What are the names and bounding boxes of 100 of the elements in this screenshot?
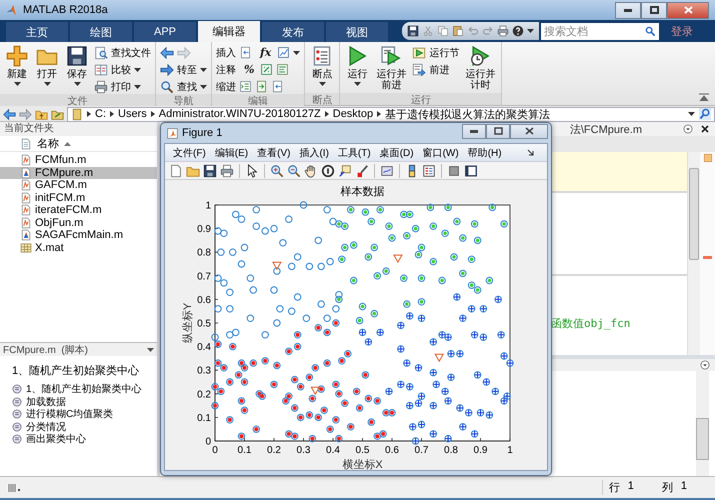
axis-tick-label: 0.6 xyxy=(385,445,399,456)
menu-item[interactable]: 窗口(W) xyxy=(422,146,459,160)
file-item[interactable]: FCMpure.m xyxy=(0,166,157,179)
section-item[interactable]: 加载数据 xyxy=(0,396,157,408)
ribbon-tab[interactable]: 绘图 xyxy=(70,22,132,42)
status-label: 列 xyxy=(662,481,673,495)
section-item[interactable]: 分类情况 xyxy=(0,420,157,433)
ribbon-button-label: 保存 xyxy=(67,69,87,80)
ribbon-group-label: 文件 xyxy=(0,94,155,106)
axis-tick-label: 0.4 xyxy=(197,342,211,354)
ribbon-button[interactable]: 运行并前进 xyxy=(374,45,408,91)
ribbon-tab[interactable]: 视图 xyxy=(326,22,388,42)
ribbon-group-label: 运行 xyxy=(340,93,502,105)
axis-tick-label: 0.7 xyxy=(414,445,428,456)
axis-label: 纵坐标Y xyxy=(182,302,194,344)
menu-item[interactable]: 工具(T) xyxy=(338,146,371,160)
ribbon-group-label: 断点 xyxy=(305,93,340,105)
axis-tick-label: 0.2 xyxy=(267,445,281,456)
ribbon-button[interactable]: 运行并计时 xyxy=(463,45,498,91)
ribbon-button[interactable]: 转至 xyxy=(160,62,207,77)
ribbon-button-label: 新建 xyxy=(7,69,27,80)
file-item[interactable]: SAGAFcmMain.m xyxy=(0,229,157,242)
file-item[interactable]: GAFCM.m xyxy=(0,179,157,192)
axis-tick-label: 0.5 xyxy=(356,445,370,456)
axis-tick-label: 1 xyxy=(507,445,513,456)
ribbon-button[interactable]: 插入 fx xyxy=(216,45,300,60)
ribbon-glyph[interactable]: fx xyxy=(257,46,274,60)
file-item[interactable]: X.mat xyxy=(0,242,157,254)
ribbon-button[interactable]: 查找文件 xyxy=(94,45,151,60)
column-header[interactable]: 名称 xyxy=(37,136,59,151)
axis-tick-label: 0.8 xyxy=(197,248,211,259)
ribbon-button[interactable]: 运行节 xyxy=(412,45,460,60)
path-segment[interactable]: 基于遗传模拟退火算法的聚类算法 xyxy=(385,106,550,122)
menu-item[interactable]: 文件(F) xyxy=(173,146,206,160)
ribbon-button[interactable]: 保存 xyxy=(64,45,90,86)
menu-item[interactable]: 编辑(E) xyxy=(214,146,248,160)
axis-tick-label: 0.9 xyxy=(197,224,211,236)
path-field[interactable]: C: Users Administrator.WIN7U-20180127Z Desktop 基于遗传模拟退火算法的聚类算法 xyxy=(67,106,715,122)
path-segment[interactable]: Administrator.WIN7U-20180127Z xyxy=(158,108,321,120)
panel-title: FCMpure.m (脚本) xyxy=(3,344,88,356)
axis-tick-label: 0.8 xyxy=(444,445,458,456)
ribbon-button-label: 打开 xyxy=(37,69,57,80)
axis-tick-label: 0 xyxy=(205,436,211,448)
axis-tick-label: 1 xyxy=(205,200,211,212)
file-item[interactable]: initFCM.m xyxy=(0,192,157,204)
ribbon-button[interactable]: 运行 xyxy=(344,45,370,86)
chart-title: 样本数据 xyxy=(340,186,384,198)
window-title: MATLAB R2018a xyxy=(23,4,108,16)
axis-tick-label: 0.9 xyxy=(474,445,488,456)
ribbon-button[interactable]: 缩进 xyxy=(216,79,300,94)
ribbon-button-label: 运行并前进 xyxy=(375,69,408,91)
ribbon-glyph[interactable]: % xyxy=(241,62,258,76)
panel-title: 当前文件夹 xyxy=(0,122,157,136)
ribbon-tab[interactable]: 主页 xyxy=(6,22,68,42)
axis-tick-label: 0.4 xyxy=(326,445,340,456)
ribbon-tab[interactable]: 编辑器 xyxy=(198,21,260,42)
file-item[interactable]: ObjFun.m xyxy=(0,216,157,229)
ribbon-button[interactable]: 查找 xyxy=(160,79,207,94)
ribbon-tab[interactable]: APP xyxy=(134,22,196,42)
ribbon-button-label: 运行 xyxy=(347,69,368,80)
path-segment[interactable]: Desktop xyxy=(332,108,374,120)
section-item[interactable]: 画出聚类中心 xyxy=(0,433,157,446)
window-title: Figure 1 xyxy=(182,127,222,139)
file-item[interactable]: FCMfun.m xyxy=(0,154,157,166)
path-segment[interactable]: Users xyxy=(118,108,147,120)
ribbon-button[interactable]: 前进 xyxy=(412,62,460,77)
axis-tick-label: 0.3 xyxy=(197,366,211,377)
ribbon-group-label: 编辑 xyxy=(212,94,304,106)
editor-tab[interactable]: 法\FCMpure.m xyxy=(570,122,642,136)
ribbon-button[interactable]: 打印 xyxy=(94,79,151,94)
axis-label: 横坐标X xyxy=(342,459,383,470)
menu-item[interactable]: 桌面(D) xyxy=(380,146,414,160)
section-item[interactable]: 进行模糊C均值聚类 xyxy=(0,408,157,420)
ribbon-button[interactable]: 断点 xyxy=(309,45,336,86)
axis-tick-label: 0.5 xyxy=(197,318,211,330)
ribbon-button-label: 运行并计时 xyxy=(464,69,496,91)
ribbon-button[interactable]: 打开 xyxy=(34,45,60,86)
sign-in-link[interactable]: 登录 xyxy=(671,24,693,39)
ribbon-button[interactable]: 新建 xyxy=(4,45,30,86)
axis-tick-label: 0.1 xyxy=(238,445,252,456)
path-segment[interactable]: C: xyxy=(95,108,106,120)
section-heading: 1、随机产生初始聚类中心 xyxy=(12,364,140,378)
status-label: 行 xyxy=(608,481,620,495)
ribbon-group-label: 导航 xyxy=(156,94,211,106)
ribbon-button[interactable]: 注释 % xyxy=(216,62,300,77)
menu-item[interactable]: 插入(I) xyxy=(299,146,329,160)
section-item[interactable]: 1、随机产生初始聚类中心 xyxy=(0,383,157,396)
ribbon-button[interactable]: 比较 xyxy=(94,62,151,77)
menu-item[interactable]: 帮助(H) xyxy=(468,146,502,160)
ribbon-button-label: 断点 xyxy=(312,69,332,80)
axis-tick-label: 0.1 xyxy=(197,412,211,424)
status-value: 1 xyxy=(680,480,687,494)
axis-tick-label: 0.2 xyxy=(197,389,211,400)
ribbon-tab[interactable]: 发布 xyxy=(262,22,324,42)
file-item[interactable]: iterateFCM.m xyxy=(0,204,157,216)
axis-tick-label: 0.7 xyxy=(197,271,211,282)
axis-tick-label: 0 xyxy=(212,445,218,456)
status-value: 1 xyxy=(628,480,634,494)
axis-tick-label: 0.3 xyxy=(296,445,310,456)
menu-item[interactable]: 查看(V) xyxy=(257,146,290,160)
